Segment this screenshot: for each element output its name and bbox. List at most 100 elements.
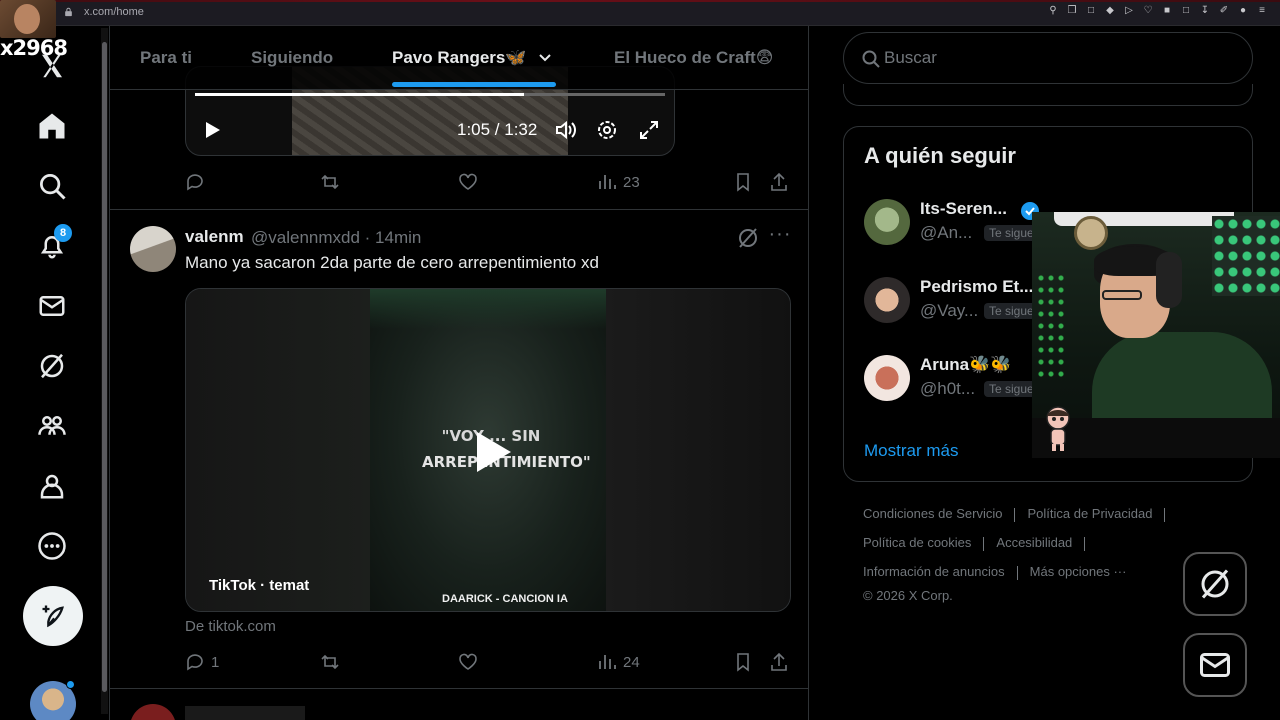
next-tweet-avatar[interactable] [130,704,176,720]
lock-extension-icon[interactable]: □ [1180,5,1192,17]
grok-icon[interactable] [736,226,760,250]
grok-icon[interactable] [36,350,68,382]
pin-icon[interactable]: ❒ [1066,5,1078,17]
footer-accessibility-link[interactable]: Accesibilidad [996,535,1072,550]
compose-post-button[interactable] [23,586,83,646]
video-progress-bar[interactable] [195,93,665,96]
follows-you-badge: Te sigue [984,381,1039,397]
active-tab-indicator [392,82,556,87]
repost-icon [321,654,339,670]
reply-button[interactable]: 1 [185,652,219,672]
account-status-dot [66,680,75,689]
account-icon[interactable]: ● [1237,5,1249,17]
suggestion-avatar[interactable] [864,355,910,401]
footer-terms-link[interactable]: Condiciones de Servicio [863,506,1002,521]
suggestion-name[interactable]: Its-Seren... [920,199,1007,219]
views-button[interactable]: 24 [597,652,640,672]
x-logo-icon[interactable] [36,50,68,82]
play-extension-icon[interactable]: ▷ [1123,5,1135,17]
follows-you-badge: Te sigue [984,303,1039,319]
footer-more-options-link[interactable]: Más opciones ··· [1030,564,1127,579]
footer-ads-info-link[interactable]: Información de anuncios [863,564,1005,579]
video-time: 1:05 / 1:32 [457,120,538,139]
messages-envelope-icon[interactable] [36,290,68,322]
messages-floating-button[interactable] [1183,633,1247,697]
profile-icon[interactable] [36,470,68,502]
page-scrollbar[interactable] [101,28,108,714]
bookmark-icon [737,653,749,672]
menu-icon[interactable]: ≡ [1256,5,1268,17]
tweet-author-avatar[interactable] [130,226,176,272]
zoom-icon[interactable]: ⚲ [1047,5,1059,17]
tweet-more-options[interactable]: ··· [768,224,792,250]
communities-icon[interactable] [36,410,68,442]
chevron-down-icon[interactable] [538,50,552,64]
tab-siguiendo[interactable]: Siguiendo [251,26,333,90]
footer-copyright: © 2026 X Corp. [863,588,953,603]
browser-extension-icons: ⚲ ❒ □ ◆ ▷ ♡ ■ □ ↧ ✐ ● ≡ [1047,5,1268,17]
footer-cookies-link[interactable]: Política de cookies [863,535,971,550]
download-icon[interactable]: ↧ [1199,5,1211,17]
share-button[interactable] [769,652,789,672]
more-options-icon[interactable] [36,530,68,562]
suggestion-avatar[interactable] [864,277,910,323]
like-button[interactable] [458,652,478,672]
tweet-author-name[interactable]: valenm [185,227,244,247]
search-box[interactable]: Buscar [843,32,1253,84]
views-button[interactable]: 23 [597,172,640,192]
bookmark-button[interactable] [733,652,753,672]
who-to-follow-title: A quién seguir [864,143,1016,168]
scrollbar-thumb[interactable] [102,42,107,692]
previous-tweet-actions: 23 [185,172,795,196]
address-bar-url[interactable]: x.com/home [84,6,144,18]
tweet-author-handle[interactable]: @valennmxdd · 14min [251,228,421,248]
tweet-embedded-video[interactable]: "VOY ... SIN ARREPENTIMIENTO" TikTok · t… [185,288,791,612]
shield-icon[interactable]: ◆ [1104,5,1116,17]
tab-pavo-rangers[interactable]: Pavo Rangers🦋 [392,26,527,90]
show-more-link[interactable]: Mostrar más [864,441,958,461]
search-icon [862,50,880,68]
like-button[interactable] [458,172,478,192]
home-icon[interactable] [36,110,68,142]
views-bar-chart-icon [599,175,616,189]
settings-gear-icon[interactable] [596,119,618,141]
feather-plus-icon [42,605,64,628]
brush-icon[interactable]: ✐ [1218,5,1230,17]
heart-icon[interactable]: ♡ [1142,5,1154,17]
browser-toolbar: x.com/home ⚲ ❒ □ ◆ ▷ ♡ ■ □ ↧ ✐ ● ≡ [0,0,1280,26]
tab-para-ti[interactable]: Para ti [140,26,192,90]
bookmark-button[interactable] [733,172,753,192]
reply-button[interactable] [185,172,205,192]
play-icon[interactable] [473,429,513,475]
timeline-tabs: Para ti Siguiendo Pavo Rangers🦋 El Hueco… [110,26,808,90]
tweet-divider [110,209,808,210]
share-button[interactable] [769,172,789,192]
search-placeholder: Buscar [884,48,937,67]
suggestion-avatar[interactable] [864,199,910,245]
video-source-label: TikTok · temat [209,577,310,594]
video-watermark: DAARICK - CANCION IA [442,593,568,605]
suggestion-name[interactable]: Aruna🐝🐝 [920,355,1011,375]
video-progress-fill [195,93,524,96]
bookmark-icon[interactable]: □ [1085,5,1097,17]
heart-icon [459,173,477,190]
grok-floating-button[interactable] [1183,552,1247,616]
volume-icon[interactable] [554,119,576,141]
suggestion-name[interactable]: Pedrismo Et... [920,277,1033,297]
bookmark-icon [737,173,749,192]
fullscreen-icon[interactable] [638,119,660,141]
share-icon [771,652,787,671]
suggestion-handle: @An... [920,223,973,242]
tab-el-hueco-de-craft[interactable]: El Hueco de Craft😨 [614,26,773,90]
repost-button[interactable] [320,652,340,672]
play-icon[interactable] [201,119,223,141]
repost-button[interactable] [320,172,340,192]
video-source-link[interactable]: De tiktok.com [185,618,276,635]
puzzle-icon[interactable]: ■ [1161,5,1173,17]
share-icon [771,172,787,191]
video-blur-left [186,289,370,611]
reply-icon [187,174,203,191]
search-icon[interactable] [36,170,68,202]
footer-privacy-link[interactable]: Política de Privacidad [1027,506,1152,521]
trending-panel-bottom [843,84,1253,106]
